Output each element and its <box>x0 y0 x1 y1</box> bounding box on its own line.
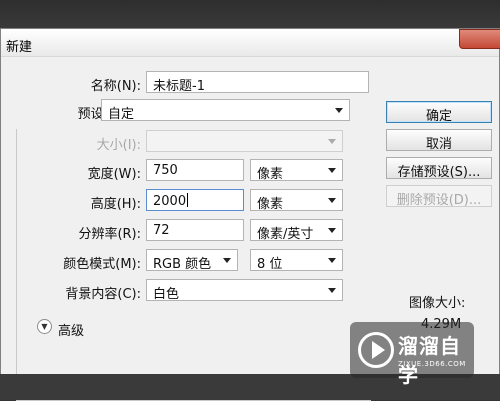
dialog-title: 新建 <box>6 40 33 55</box>
image-size-label: 图像大小: <box>409 296 466 311</box>
height-unit-value: 像素 <box>257 197 284 212</box>
watermark: 溜溜自学 ZIXUE.3D66.COM <box>350 322 474 387</box>
preset-value: 自定 <box>108 107 135 122</box>
chevron-down-icon <box>328 258 336 263</box>
height-value: 2000 <box>153 194 187 209</box>
size-label: 大小(I): <box>96 138 141 153</box>
resolution-unit-value: 像素/英寸 <box>257 227 314 242</box>
save-preset-button[interactable]: 存储预设(S)... <box>386 157 492 180</box>
bit-depth-select[interactable]: 8 位 <box>250 249 343 272</box>
height-field[interactable]: 2000 <box>146 189 244 211</box>
chevron-down-icon <box>328 168 336 173</box>
cancel-button[interactable]: 取消 <box>386 129 492 152</box>
color-mode-value: RGB 颜色 <box>153 257 212 272</box>
play-logo-icon <box>358 332 394 368</box>
background-top <box>0 0 500 30</box>
advanced-expand-icon[interactable]: ▼ <box>37 319 52 334</box>
delete-preset-button[interactable]: 删除预设(D)... <box>386 185 492 208</box>
width-unit-value: 像素 <box>257 167 284 182</box>
chevron-down-icon <box>223 258 231 263</box>
color-mode-select[interactable]: RGB 颜色 <box>146 249 238 272</box>
width-label: 宽度(W): <box>87 167 141 182</box>
name-label: 名称(N): <box>90 79 141 94</box>
width-unit-select[interactable]: 像素 <box>250 159 343 182</box>
resolution-unit-select[interactable]: 像素/英寸 <box>250 219 343 242</box>
text-caret <box>187 193 189 207</box>
watermark-text: 溜溜自学 <box>398 334 461 387</box>
chevron-down-icon <box>328 139 336 144</box>
height-label: 高度(H): <box>90 197 141 212</box>
bit-depth-value: 8 位 <box>257 257 283 272</box>
chevron-down-icon <box>328 198 336 203</box>
background-contents-value: 白色 <box>153 287 180 302</box>
size-select[interactable] <box>146 130 343 152</box>
resolution-field[interactable]: 72 <box>146 219 244 241</box>
background-contents-label: 背景内容(C): <box>65 287 141 302</box>
chevron-down-icon <box>328 288 336 293</box>
watermark-subtext: ZIXUE.3D66.COM <box>398 360 466 368</box>
height-unit-select[interactable]: 像素 <box>250 189 343 212</box>
advanced-label[interactable]: 高级 <box>58 320 84 339</box>
dialog-titlebar: 新建 <box>1 29 500 57</box>
resolution-label: 分辨率(R): <box>78 227 141 242</box>
chevron-down-icon <box>335 108 343 113</box>
chevron-down-icon <box>328 228 336 233</box>
ok-button[interactable]: 确定 <box>386 101 492 124</box>
background-contents-select[interactable]: 白色 <box>146 279 343 302</box>
close-button[interactable] <box>459 29 500 49</box>
preset-select[interactable]: 自定 <box>101 99 350 122</box>
color-mode-label: 颜色模式(M): <box>63 257 141 272</box>
width-field[interactable]: 750 <box>146 159 244 181</box>
name-field[interactable]: 未标题-1 <box>146 71 369 93</box>
